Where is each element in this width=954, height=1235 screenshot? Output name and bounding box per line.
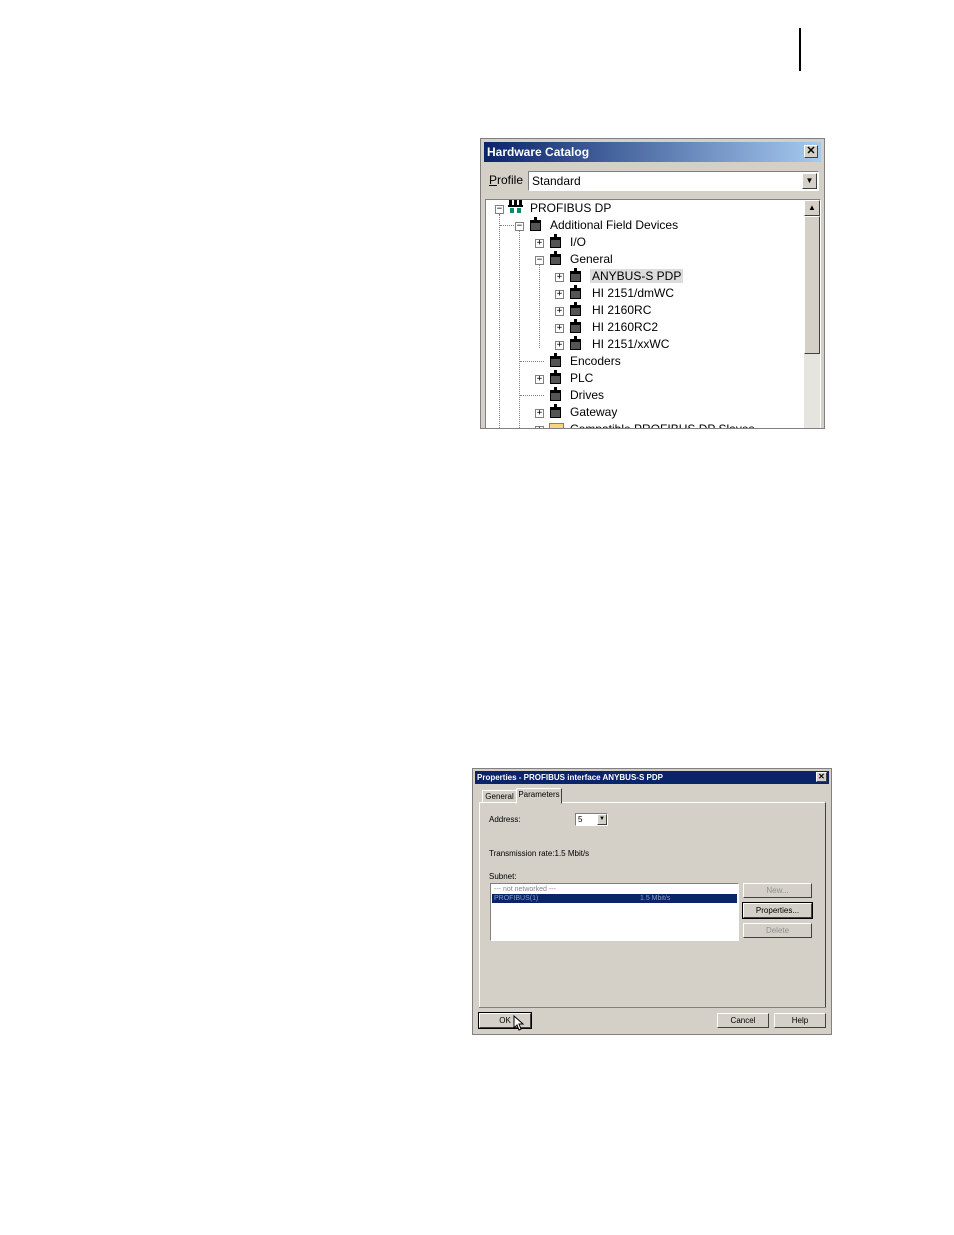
device-icon — [569, 268, 582, 282]
expand-icon[interactable]: + — [535, 426, 544, 428]
device-icon — [549, 370, 562, 384]
tree-node-profibus-dp[interactable]: PROFIBUS DP — [530, 200, 611, 216]
tree-node-hi-2160rc[interactable]: HI 2160RC — [592, 302, 651, 318]
tree-node-hi-2160rc2[interactable]: HI 2160RC2 — [592, 319, 658, 335]
expand-icon[interactable]: + — [555, 273, 564, 282]
scroll-up-icon[interactable]: ▲ — [804, 200, 820, 216]
tree-line — [519, 230, 520, 428]
list-item[interactable]: --- not networked --- — [492, 885, 737, 894]
expand-icon[interactable]: + — [535, 409, 544, 418]
tree-line — [520, 361, 544, 362]
chevron-down-icon[interactable]: ▼ — [802, 173, 817, 189]
dialog-title-text: Properties - PROFIBUS interface ANYBUS-S… — [477, 773, 663, 782]
close-icon[interactable]: ✕ — [816, 772, 827, 782]
expand-icon[interactable]: + — [555, 290, 564, 299]
subnet-name: --- not networked --- — [494, 886, 556, 893]
delete-button[interactable]: Delete — [743, 923, 812, 938]
device-icon — [549, 353, 562, 367]
mouse-pointer-icon — [513, 1015, 525, 1031]
tree-node-io[interactable]: I/O — [570, 234, 586, 250]
subnet-rate: 1.5 Mbit/s — [640, 895, 671, 902]
tree-line — [520, 395, 544, 396]
tree-line — [539, 264, 540, 348]
device-icon — [569, 319, 582, 333]
device-icon — [549, 404, 562, 418]
folder-icon — [549, 423, 564, 428]
expand-icon[interactable]: + — [535, 239, 544, 248]
tree-node-anybus-s-pdp[interactable]: ANYBUS-S PDP — [590, 268, 684, 284]
device-icon — [529, 217, 542, 231]
help-button[interactable]: Help — [774, 1013, 826, 1028]
subnet-list[interactable]: --- not networked --- PROFIBUS(1) 1.5 Mb… — [490, 883, 739, 941]
profile-label: Profile — [489, 173, 523, 187]
tree-node-hi-2151-xxwc[interactable]: HI 2151/xxWC — [592, 336, 669, 352]
tree-node-compatible-slaves[interactable]: Compatible PROFIBUS DP Slaves — [570, 421, 755, 428]
window-title-text: Hardware Catalog — [487, 145, 590, 159]
properties-button[interactable]: Properties... — [742, 902, 813, 919]
expand-icon[interactable]: + — [535, 375, 544, 384]
device-icon — [549, 251, 562, 265]
window-title: Hardware Catalog ✕ — [484, 142, 821, 162]
hardware-catalog-window: Hardware Catalog ✕ Profile Standard ▼ − … — [480, 138, 825, 429]
profile-select[interactable]: Standard ▼ — [528, 171, 819, 191]
tree-node-label: ANYBUS-S PDP — [590, 269, 684, 283]
scroll-thumb[interactable] — [804, 216, 820, 354]
address-label: Address: — [489, 815, 521, 824]
cancel-button[interactable]: Cancel — [717, 1013, 769, 1028]
tree-node-plc[interactable]: PLC — [570, 370, 593, 386]
new-button[interactable]: New... — [743, 883, 812, 898]
address-select[interactable]: 5 ▼ — [575, 813, 608, 826]
profile-label-rest: rofile — [497, 173, 524, 187]
device-icon — [569, 302, 582, 316]
tree-node-encoders[interactable]: Encoders — [570, 353, 621, 369]
tree-node-hi-2151-dmwc[interactable]: HI 2151/dmWC — [592, 285, 674, 301]
profile-select-value: Standard — [532, 174, 581, 188]
list-item-selected[interactable]: PROFIBUS(1) 1.5 Mbit/s — [492, 894, 737, 903]
collapse-icon[interactable]: − — [535, 256, 544, 265]
tree-node-additional-field-devices[interactable]: Additional Field Devices — [550, 217, 678, 233]
tree-scrollbar[interactable]: ▲ — [804, 200, 820, 428]
page-margin-bar — [799, 28, 801, 71]
subnet-name: PROFIBUS(1) — [494, 895, 539, 902]
close-icon[interactable]: ✕ — [804, 145, 818, 158]
tree-node-general[interactable]: General — [570, 251, 613, 267]
subnet-label: Subnet: — [489, 872, 517, 881]
tree-node-gateway[interactable]: Gateway — [570, 404, 617, 420]
tree-line — [500, 225, 514, 226]
properties-dialog: Properties - PROFIBUS interface ANYBUS-S… — [472, 768, 832, 1035]
divider — [479, 1007, 826, 1008]
profile-label-accesskey: P — [489, 173, 498, 187]
dialog-title: Properties - PROFIBUS interface ANYBUS-S… — [475, 771, 829, 784]
expand-icon[interactable]: + — [555, 341, 564, 350]
device-icon — [569, 336, 582, 350]
address-value: 5 — [578, 815, 583, 824]
collapse-icon[interactable]: − — [515, 222, 524, 231]
device-icon — [549, 387, 562, 401]
expand-icon[interactable]: + — [555, 307, 564, 316]
chevron-down-icon[interactable]: ▼ — [597, 814, 607, 825]
expand-icon[interactable]: + — [555, 324, 564, 333]
transmission-rate-text: Transmission rate:1.5 Mbit/s — [489, 849, 590, 858]
tree-node-drives[interactable]: Drives — [570, 387, 604, 403]
catalog-tree[interactable]: − PROFIBUS DP − Additional Field Devices… — [485, 199, 821, 428]
device-icon — [569, 285, 582, 299]
collapse-icon[interactable]: − — [495, 205, 504, 214]
device-icon — [549, 234, 562, 248]
network-icon — [508, 200, 524, 214]
tree-line — [499, 214, 500, 428]
tab-parameters[interactable]: Parameters — [516, 788, 562, 804]
